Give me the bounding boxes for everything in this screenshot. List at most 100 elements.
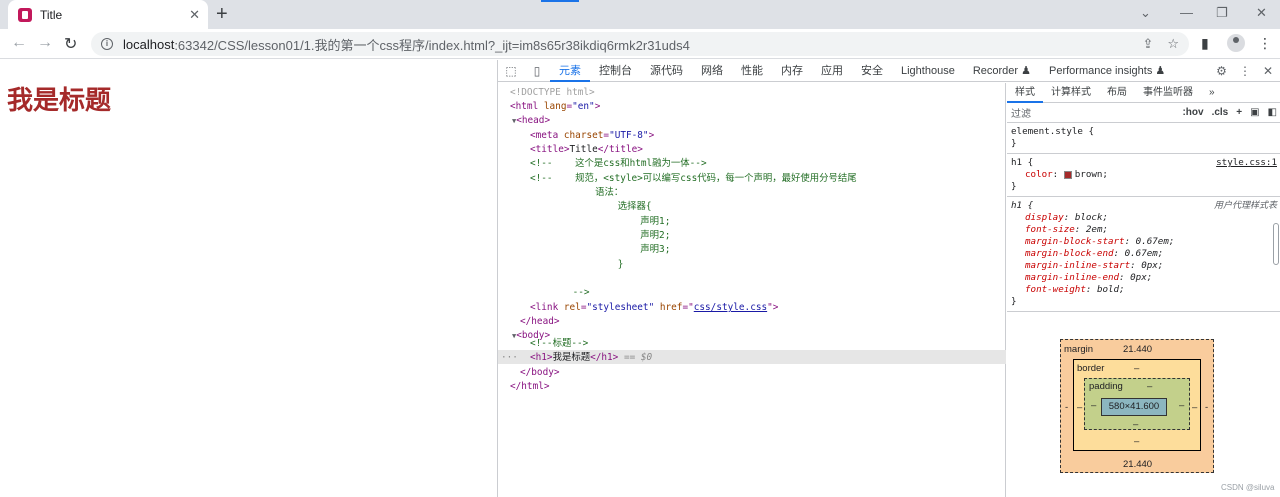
- tree-line-html-close[interactable]: </html>: [510, 380, 550, 394]
- user-agent-label: 用户代理样式表: [1213, 201, 1277, 211]
- tree-line-html[interactable]: <html lang="en">: [510, 100, 600, 114]
- css-value: block;: [1074, 212, 1109, 223]
- css-property: margin-inline-end: [1025, 272, 1120, 283]
- tab-event-listeners[interactable]: 事件监听器: [1135, 83, 1201, 103]
- tab-performance-insights[interactable]: Performance insights ♟: [1040, 60, 1174, 82]
- css-property: font-weight: [1025, 284, 1086, 295]
- box-model-content[interactable]: 580×41.600: [1101, 398, 1167, 416]
- tree-line-comment-selector: 选择器{: [550, 201, 652, 212]
- new-rule-button[interactable]: +: [1236, 107, 1242, 118]
- tab-layout[interactable]: 布局: [1099, 83, 1135, 103]
- tree-line-comment-3[interactable]: <!--标题-->: [530, 337, 588, 351]
- side-panel-icon[interactable]: ▮: [1201, 35, 1209, 52]
- border-left-value[interactable]: –: [1077, 402, 1082, 413]
- styles-filter-input[interactable]: 过滤: [1011, 105, 1182, 120]
- tab-lighthouse[interactable]: Lighthouse: [892, 60, 964, 82]
- hov-toggle[interactable]: :hov: [1182, 107, 1203, 118]
- ua-property-list: display: block; font-size: 2em; margin-blo…: [1011, 212, 1277, 296]
- border-right-value[interactable]: –: [1192, 402, 1197, 413]
- cls-toggle[interactable]: .cls: [1212, 107, 1229, 118]
- new-tab-button[interactable]: +: [216, 3, 228, 25]
- node-actions-dots[interactable]: ···: [501, 351, 518, 365]
- paint-icon[interactable]: ▣: [1250, 107, 1259, 118]
- minimize-button[interactable]: —: [1180, 5, 1193, 20]
- profile-avatar[interactable]: [1227, 34, 1245, 52]
- margin-top-value[interactable]: 21.440: [1123, 344, 1152, 355]
- tab-recorder[interactable]: Recorder ♟: [964, 60, 1040, 82]
- tree-line-doctype[interactable]: <!DOCTYPE html>: [510, 86, 595, 100]
- padding-right-value[interactable]: –: [1179, 400, 1184, 411]
- tab-close-icon[interactable]: ✕: [189, 7, 200, 23]
- margin-label: margin: [1064, 344, 1094, 355]
- tab-security[interactable]: 安全: [852, 60, 892, 82]
- tab-title: Title: [40, 7, 63, 22]
- more-tabs-chevron[interactable]: »: [1201, 83, 1223, 103]
- bookmark-star-icon[interactable]: ☆: [1167, 36, 1179, 52]
- device-toolbar-icon[interactable]: ▯: [524, 64, 550, 78]
- close-window-button[interactable]: ✕: [1256, 5, 1267, 21]
- css-value[interactable]: brown;: [1075, 169, 1108, 180]
- tree-line-head[interactable]: ▼<head>: [512, 114, 550, 128]
- tree-line-link[interactable]: <link rel="stylesheet" href="css/style.c…: [530, 301, 778, 315]
- elements-tree: <!DOCTYPE html> <html lang="en"> ▼<head>…: [498, 83, 1006, 497]
- margin-bottom-value[interactable]: 21.440: [1123, 459, 1152, 470]
- border-label: border: [1077, 363, 1105, 374]
- address-bar[interactable]: i localhost:63342/CSS/lesson01/1.我的第一个cs…: [91, 32, 1189, 56]
- padding-top-value[interactable]: –: [1147, 381, 1152, 392]
- stylesheet-link[interactable]: css/style.css: [694, 302, 767, 313]
- border-bottom-value[interactable]: –: [1134, 436, 1139, 447]
- tab-strip-accent: [541, 0, 579, 2]
- devtools-tabbar: ⬚ ▯ 元素 控制台 源代码 网络 性能 内存 应用 安全 Lighthouse…: [498, 60, 1280, 82]
- tab-sources[interactable]: 源代码: [641, 60, 692, 82]
- maximize-button[interactable]: ❐: [1216, 5, 1228, 21]
- tree-line-head-close[interactable]: </head>: [520, 315, 560, 329]
- tab-elements[interactable]: 元素: [550, 60, 590, 82]
- tree-line-title[interactable]: <title>Title</title>: [530, 143, 643, 157]
- forward-icon[interactable]: →: [37, 34, 53, 52]
- tab-search-icon[interactable]: ⌄: [1140, 5, 1151, 21]
- border-top-value[interactable]: –: [1134, 363, 1139, 374]
- css-value: 0px;: [1130, 272, 1153, 283]
- ua-property-line: font-weight: bold;: [1025, 284, 1125, 295]
- rule-source-link[interactable]: style.css:1: [1216, 157, 1277, 169]
- tree-line-body-close[interactable]: </body>: [520, 366, 560, 380]
- tab-styles[interactable]: 样式: [1007, 83, 1043, 103]
- sidebar-toggle-icon[interactable]: ◧: [1268, 107, 1277, 118]
- css-property: margin-block-end: [1025, 248, 1114, 259]
- tab-network[interactable]: 网络: [692, 60, 732, 82]
- css-property[interactable]: color: [1025, 169, 1053, 180]
- tab-memory[interactable]: 内存: [772, 60, 812, 82]
- menu-icon[interactable]: ⋮: [1258, 35, 1272, 52]
- inspect-element-icon[interactable]: ⬚: [498, 64, 524, 78]
- devtools-menu-icon[interactable]: ⋮: [1239, 64, 1251, 78]
- devtools-panel: ⬚ ▯ 元素 控制台 源代码 网络 性能 内存 应用 安全 Lighthouse…: [497, 60, 1280, 497]
- h1-author-rule[interactable]: style.css:1 h1 { color: brown; }: [1007, 154, 1280, 197]
- browser-tab[interactable]: Title ✕: [8, 0, 208, 29]
- settings-gear-icon[interactable]: ⚙: [1216, 64, 1227, 78]
- padding-left-value[interactable]: –: [1091, 400, 1096, 411]
- site-info-icon[interactable]: i: [101, 38, 113, 50]
- padding-bottom-value[interactable]: –: [1133, 419, 1138, 430]
- tab-computed[interactable]: 计算样式: [1043, 83, 1099, 103]
- tab-performance[interactable]: 性能: [732, 60, 772, 82]
- margin-right-value[interactable]: -: [1205, 402, 1208, 413]
- margin-left-value[interactable]: -: [1065, 402, 1068, 413]
- box-model-padding: padding – – – – 580×41.600: [1084, 378, 1190, 430]
- devtools-close-icon[interactable]: ✕: [1263, 64, 1273, 78]
- page-viewport: 我是标题: [0, 60, 497, 497]
- tab-application[interactable]: 应用: [812, 60, 852, 82]
- tree-line-comment-1[interactable]: <!-- 这个是css和html融为一体-->: [530, 157, 707, 171]
- css-property: margin-inline-start: [1025, 260, 1131, 271]
- h1-user-agent-rule: 用户代理样式表 h1 { display: block; font-size: 2…: [1007, 197, 1280, 312]
- tree-line-comment-2[interactable]: <!-- 规范，<style>可以编写css代码，每一个声明，最好使用分号结尾: [530, 172, 857, 186]
- tab-console[interactable]: 控制台: [590, 60, 641, 82]
- color-swatch[interactable]: [1063, 170, 1072, 179]
- ua-property-line: display: block;: [1025, 212, 1109, 223]
- styles-scrollbar[interactable]: [1273, 223, 1279, 265]
- element-style-rule[interactable]: element.style { }: [1007, 123, 1280, 154]
- tree-line-h1[interactable]: <h1>我是标题</h1> == $0: [530, 351, 652, 365]
- back-icon[interactable]: ←: [11, 34, 27, 52]
- reload-icon[interactable]: ↻: [64, 34, 77, 54]
- share-icon[interactable]: ⇪: [1142, 36, 1153, 52]
- tree-line-meta[interactable]: <meta charset="UTF-8">: [530, 129, 654, 143]
